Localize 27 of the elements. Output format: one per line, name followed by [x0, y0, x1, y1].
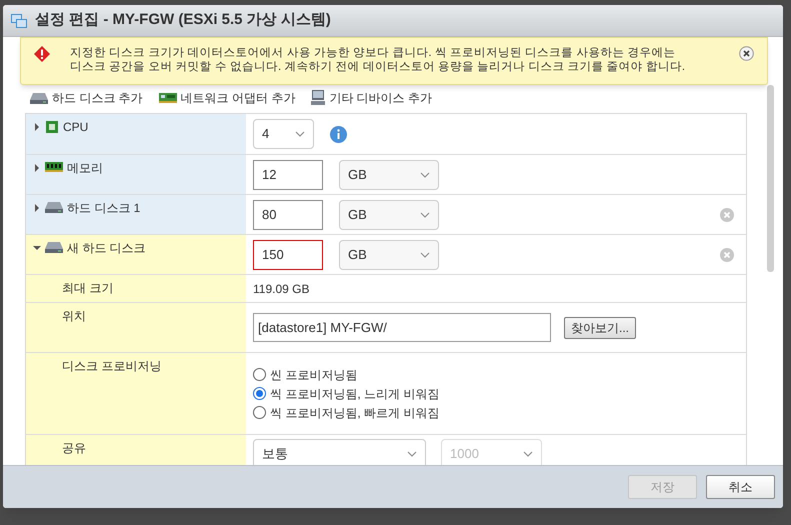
row-label: 디스크 프로비저닝	[62, 359, 162, 373]
count-dropdown[interactable]: 4	[253, 119, 314, 149]
location-input[interactable]: [datastore1] MY-FGW/	[253, 313, 551, 342]
browse-button[interactable]: 찾아보기...	[564, 316, 636, 338]
row-label: 공유	[62, 441, 86, 455]
provisioning-radio[interactable]: 씩 프로비저닝됨, 느리게 비워짐	[253, 385, 440, 402]
window-title: 설정 편집 - MY-FGW (ESXi 5.5 가상 시스템)	[35, 10, 331, 30]
unit-dropdown[interactable]: GB	[339, 240, 439, 270]
row-label: 최대 크기	[62, 281, 114, 295]
size-input[interactable]: 150	[253, 240, 323, 270]
warning-message: 지정한 디스크 크기가 데이터스토어에서 사용 가능한 양보다 큽니다. 씩 프로비저닝된 디스크를 사용하는 경우에는 디스크 공간을 오버 커밋할 수 없습니다. 계속하기 전에 데이터스토어 용량을 늘리거나 디스크 크기를 줄여야 합니다.	[70, 46, 686, 74]
row-label: 위치	[62, 309, 86, 323]
unit-dropdown[interactable]: GB	[339, 200, 439, 230]
cancel-button[interactable]: 취소	[706, 475, 775, 499]
row-label: CPU	[63, 120, 88, 134]
provisioning-radio[interactable]: 씬 프로비저닝됨	[253, 366, 440, 383]
size-input[interactable]: 12	[253, 160, 323, 190]
row-label: 새 하드 디스크	[67, 241, 146, 255]
max-size-value: 119.09 GB	[253, 280, 310, 298]
row-label: 하드 디스크 1	[67, 201, 140, 215]
unit-dropdown[interactable]: GB	[339, 160, 439, 190]
size-input[interactable]: 80	[253, 200, 323, 230]
provisioning-radio[interactable]: 씩 프로비저닝됨, 빠르게 비워짐	[253, 404, 440, 421]
add-device-button[interactable]: 기타 디바이스 추가	[311, 89, 432, 107]
add-device-button[interactable]: 하드 디스크 추가	[30, 89, 143, 107]
row-label: 메모리	[67, 161, 103, 175]
add-device-button[interactable]: 네트워크 어댑터 추가	[158, 89, 296, 107]
